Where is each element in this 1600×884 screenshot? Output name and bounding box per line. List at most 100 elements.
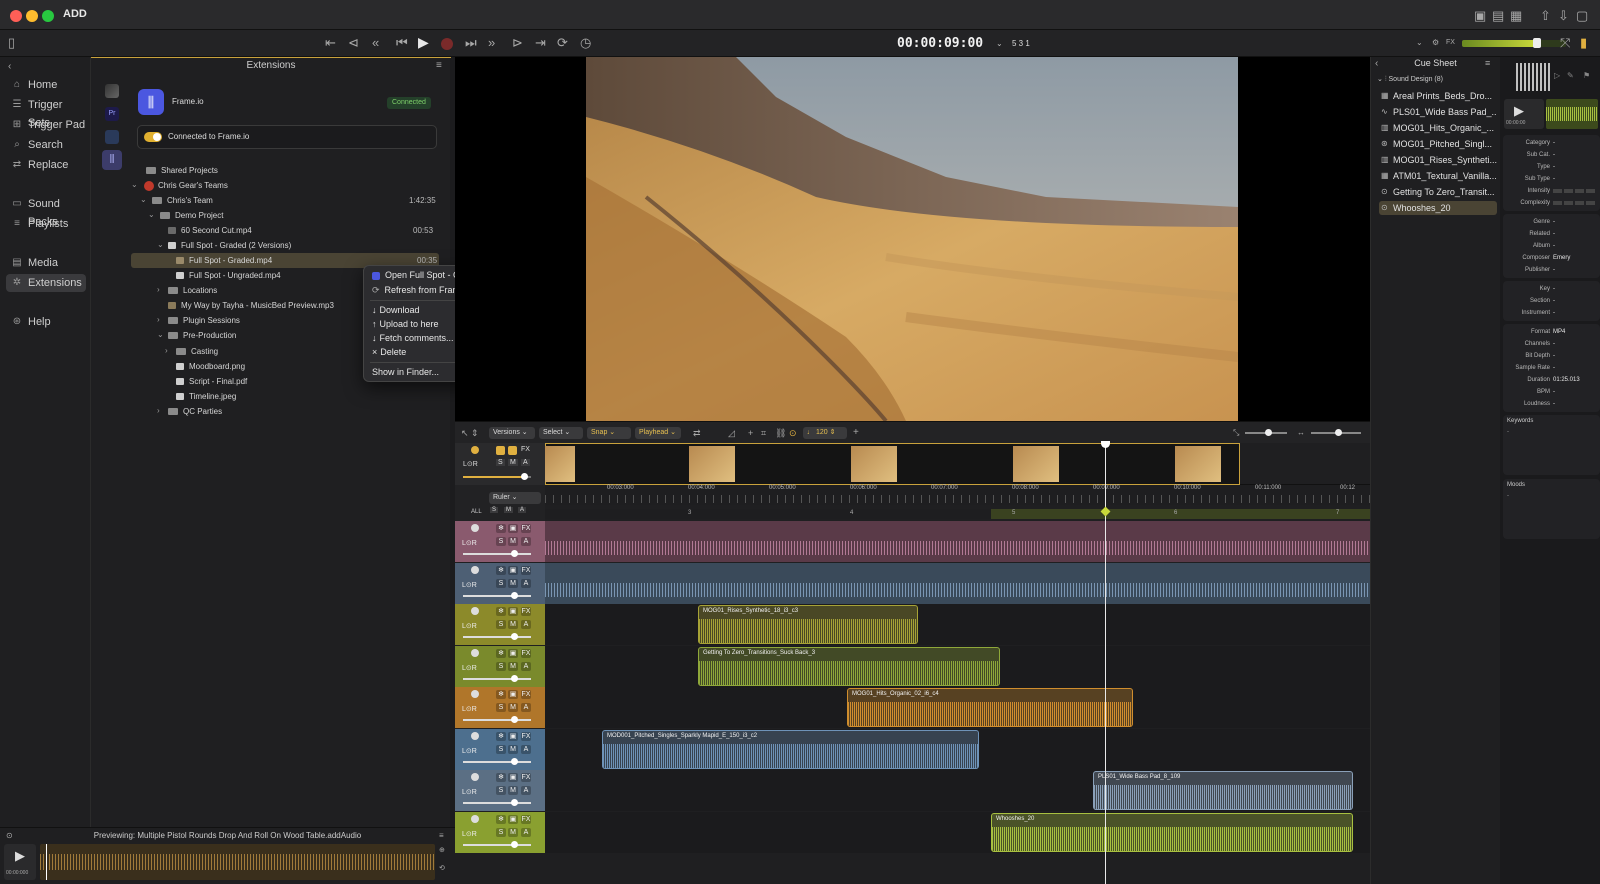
audio-clip[interactable]: Getting To Zero_Transitions_Suck Back_3 bbox=[698, 646, 1000, 686]
audio-clip[interactable]: MOG01_Rises_Synthetic_18_i3_c3 bbox=[698, 605, 918, 644]
loop-icon[interactable]: ⟳ bbox=[557, 35, 568, 51]
metadata-row[interactable]: Intensity bbox=[1503, 185, 1600, 197]
moods-box[interactable]: Moods - bbox=[1503, 479, 1600, 539]
arm-button[interactable]: A bbox=[521, 537, 531, 546]
metadata-row[interactable]: Bit Depth - bbox=[1503, 350, 1600, 362]
mute-button[interactable]: M bbox=[508, 744, 518, 754]
layout-icon-2[interactable]: ▤ bbox=[1492, 8, 1504, 24]
lock-icon[interactable]: ▣ bbox=[508, 690, 518, 699]
mute-button[interactable]: M bbox=[508, 786, 518, 795]
cue-item[interactable]: ⊙ Getting To Zero_Transit... bbox=[1379, 185, 1497, 199]
volume-fader[interactable] bbox=[463, 677, 531, 680]
chevron-down-icon[interactable]: ⌄ bbox=[157, 240, 164, 249]
tree-item[interactable]: Full Spot - Ungraded.mp4 bbox=[176, 269, 281, 283]
volume-fader-knob[interactable] bbox=[511, 550, 518, 557]
cue-item[interactable]: ▥ MOG01_Hits_Organic_... bbox=[1379, 121, 1497, 135]
sidebar-item-trigger-sets[interactable]: ☰ Trigger Sets bbox=[6, 96, 86, 129]
freeze-icon[interactable]: ❄ bbox=[496, 565, 506, 575]
bookmark-icon[interactable]: ⚑ bbox=[1583, 71, 1590, 80]
tree-item[interactable]: My Way by Tayha - MusicBed Preview.mp3 bbox=[168, 299, 334, 313]
lock-icon[interactable]: ▣ bbox=[508, 607, 518, 616]
track-lane[interactable]: MOG01_Hits_Organic_02_i6_c4 bbox=[545, 687, 1370, 728]
playhead-dropdown[interactable]: Playhead ⌄ bbox=[635, 427, 681, 439]
tree-item[interactable]: Moodboard.png bbox=[176, 360, 245, 374]
metadata-row[interactable]: Album - bbox=[1503, 240, 1600, 252]
audio-clip[interactable]: PLS01_Wide Bass Pad_8_109 bbox=[1093, 771, 1353, 810]
pointer-tool-icon[interactable]: ↖ bbox=[461, 425, 469, 441]
tree-item[interactable]: Demo Project bbox=[160, 209, 223, 223]
solo-button[interactable]: S bbox=[496, 744, 506, 754]
preview-waveform[interactable] bbox=[40, 844, 435, 880]
tree-item[interactable]: Chris Gear's Teams bbox=[144, 179, 228, 193]
cue-item[interactable]: ⊙ Whooshes_20 bbox=[1379, 201, 1497, 215]
pan-knob[interactable] bbox=[471, 773, 479, 781]
frameio-app-icon[interactable]: ⫼ bbox=[102, 150, 122, 170]
pan-knob[interactable] bbox=[471, 690, 479, 698]
volume-fader-knob[interactable] bbox=[511, 840, 518, 848]
rating-bar[interactable] bbox=[1553, 189, 1597, 193]
sidebar-item-home[interactable]: ⌂ Home bbox=[6, 76, 86, 94]
rating-bar[interactable] bbox=[1553, 201, 1597, 205]
cue-item[interactable]: ⊛ MOG01_Pitched_Singl... bbox=[1379, 137, 1497, 151]
pan-knob[interactable] bbox=[471, 565, 479, 574]
metadata-row[interactable]: Instrument - bbox=[1503, 307, 1600, 319]
pan-knob[interactable] bbox=[471, 648, 479, 657]
solo-button[interactable]: S bbox=[496, 578, 506, 588]
play-icon[interactable]: ▶ bbox=[418, 34, 429, 50]
swap-icon[interactable]: ⇄ bbox=[693, 425, 701, 441]
metadata-row[interactable]: Section - bbox=[1503, 295, 1600, 307]
volume-fader[interactable] bbox=[463, 843, 531, 846]
layout-icon-1[interactable]: ▣ bbox=[1474, 8, 1486, 24]
previous-marker-icon[interactable]: ⊲ bbox=[348, 35, 359, 51]
panel-menu-icon[interactable]: ≡ bbox=[436, 60, 442, 71]
select-dropdown[interactable]: Select ⌄ bbox=[539, 427, 583, 439]
volume-fader-knob[interactable] bbox=[511, 757, 518, 765]
track-lane[interactable] bbox=[545, 521, 1370, 562]
track-lane[interactable]: Whooshes_20 bbox=[545, 811, 1370, 853]
context-menu-fetch-comments[interactable]: ↓ Fetch comments... bbox=[372, 332, 454, 345]
solo-button[interactable]: S bbox=[496, 786, 506, 795]
chevron-down-icon[interactable]: ⌄ bbox=[131, 180, 138, 189]
chevron-down-icon[interactable]: ⌄ bbox=[140, 195, 147, 204]
fx-button[interactable]: FX bbox=[521, 524, 531, 533]
volume-fader-knob[interactable] bbox=[521, 473, 528, 480]
metadata-row[interactable]: Sub Type - bbox=[1503, 173, 1600, 185]
chevron-down-icon[interactable]: ⌄ bbox=[148, 210, 155, 219]
fade-icon[interactable]: ◿ bbox=[728, 425, 735, 441]
video-clip-strip[interactable] bbox=[545, 443, 1240, 485]
timer-icon[interactable]: ◷ bbox=[580, 35, 591, 51]
volume-fader-knob[interactable] bbox=[511, 799, 518, 806]
add-track-icon[interactable]: + bbox=[853, 425, 859, 441]
timecode-display[interactable]: 00:00:09:00 bbox=[897, 36, 983, 51]
track-lane[interactable]: PLS01_Wide Bass Pad_8_109 bbox=[545, 770, 1370, 811]
pan-knob[interactable] bbox=[471, 524, 479, 532]
final-cut-app-icon[interactable] bbox=[105, 84, 119, 98]
volume-fader[interactable] bbox=[463, 636, 531, 638]
tree-item[interactable]: Pre-Production bbox=[168, 329, 236, 343]
tree-item[interactable]: QC Parties bbox=[168, 405, 222, 419]
step-forward-icon[interactable]: ⏭ bbox=[465, 35, 477, 51]
avid-app-icon[interactable] bbox=[105, 130, 119, 144]
link-clip-icon[interactable]: ⛓ bbox=[775, 425, 786, 441]
metadata-row[interactable]: Key - bbox=[1503, 283, 1600, 295]
freeze-icon[interactable]: ❄ bbox=[496, 607, 506, 616]
metadata-row[interactable]: Type - bbox=[1503, 161, 1600, 173]
edit-icon[interactable]: ✎ bbox=[1567, 71, 1574, 80]
tree-item[interactable]: Plugin Sessions bbox=[168, 314, 240, 328]
play-icon[interactable]: ▶ bbox=[1514, 103, 1524, 119]
freeze-icon[interactable]: ❄ bbox=[496, 648, 506, 658]
track-lane[interactable]: MOG01_Rises_Synthetic_18_i3_c3 bbox=[545, 604, 1370, 645]
metadata-row[interactable]: Channels - bbox=[1503, 338, 1600, 350]
mute-button[interactable]: M bbox=[508, 827, 518, 837]
crop-icon[interactable]: ⌗ bbox=[761, 425, 766, 441]
metadata-row[interactable]: BPM - bbox=[1503, 386, 1600, 398]
track-lane[interactable]: MOD001_Pitched_Singles_Sparkly Mapid_E_1… bbox=[545, 728, 1370, 770]
arm-button[interactable]: A bbox=[521, 459, 530, 466]
link-icon[interactable]: ⤧ bbox=[1560, 35, 1570, 51]
minimize-window-button[interactable] bbox=[26, 10, 38, 22]
window-icon[interactable]: ▢ bbox=[1576, 8, 1588, 24]
solo-button[interactable]: S bbox=[496, 661, 506, 671]
all-mute-button[interactable]: M bbox=[504, 507, 513, 513]
tree-item[interactable]: Chris's Team bbox=[152, 194, 213, 208]
metadata-row[interactable]: Sub Cat. - bbox=[1503, 149, 1600, 161]
